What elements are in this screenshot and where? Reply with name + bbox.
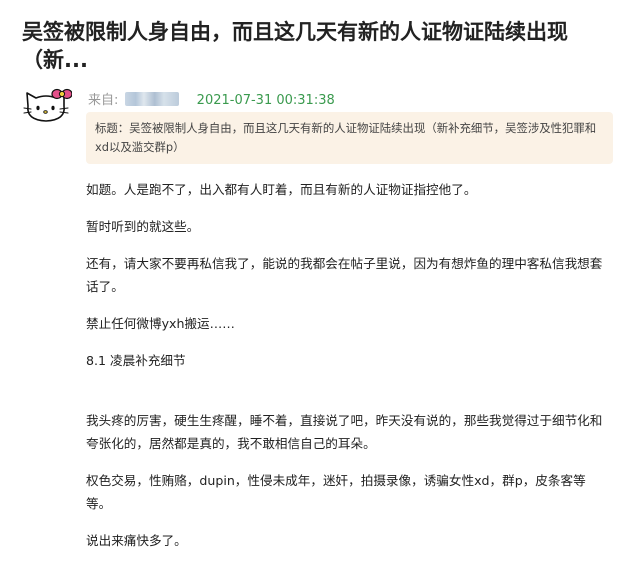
- paragraph: 如题。人是跑不了，出入都有人盯着，而且有新的人证物证指控他了。: [86, 182, 477, 197]
- paragraph: 禁止任何微博yxh搬运……: [86, 316, 235, 331]
- post-timestamp: 2021-07-31 00:31:38: [196, 93, 335, 108]
- author-name-redacted[interactable]: [124, 92, 179, 106]
- paragraph: 暂时听到的就这些。: [86, 219, 200, 234]
- paragraph: 权色交易，性贿赂，dupin，性侵未成年，迷奸，拍摄录像，诱骗女性xd，群p，皮…: [86, 473, 586, 511]
- post-meta: 来自: 2021-07-31 00:31:38: [88, 89, 335, 108]
- paragraph: 我头疼的厉害，硬生生疼醒，睡不着，直接说了吧，昨天没有说的，那些我觉得过于细节化…: [86, 413, 603, 451]
- paragraph: 说出来痛快多了。: [86, 533, 187, 548]
- quoted-title-box: 标题：吴签被限制人身自由，而且这几天有新的人证物证陆续出现（新补充细节，吴签涉及…: [86, 112, 613, 164]
- paragraph: 还有，请大家不要再私信我了，能说的我都会在帖子里说，因为有想炸鱼的理中客私信我想…: [86, 256, 603, 294]
- post-body: 如题。人是跑不了，出入都有人盯着，而且有新的人证物证指控他了。 暂时听到的就这些…: [86, 178, 606, 552]
- post-title: 吴签被限制人身自由，而且这几天有新的人证物证陆续出现（新...: [22, 20, 568, 72]
- hello-kitty-avatar-icon[interactable]: [22, 86, 72, 126]
- paragraph: 8.1 凌晨补充细节: [86, 353, 186, 368]
- from-label: 来自:: [88, 93, 119, 108]
